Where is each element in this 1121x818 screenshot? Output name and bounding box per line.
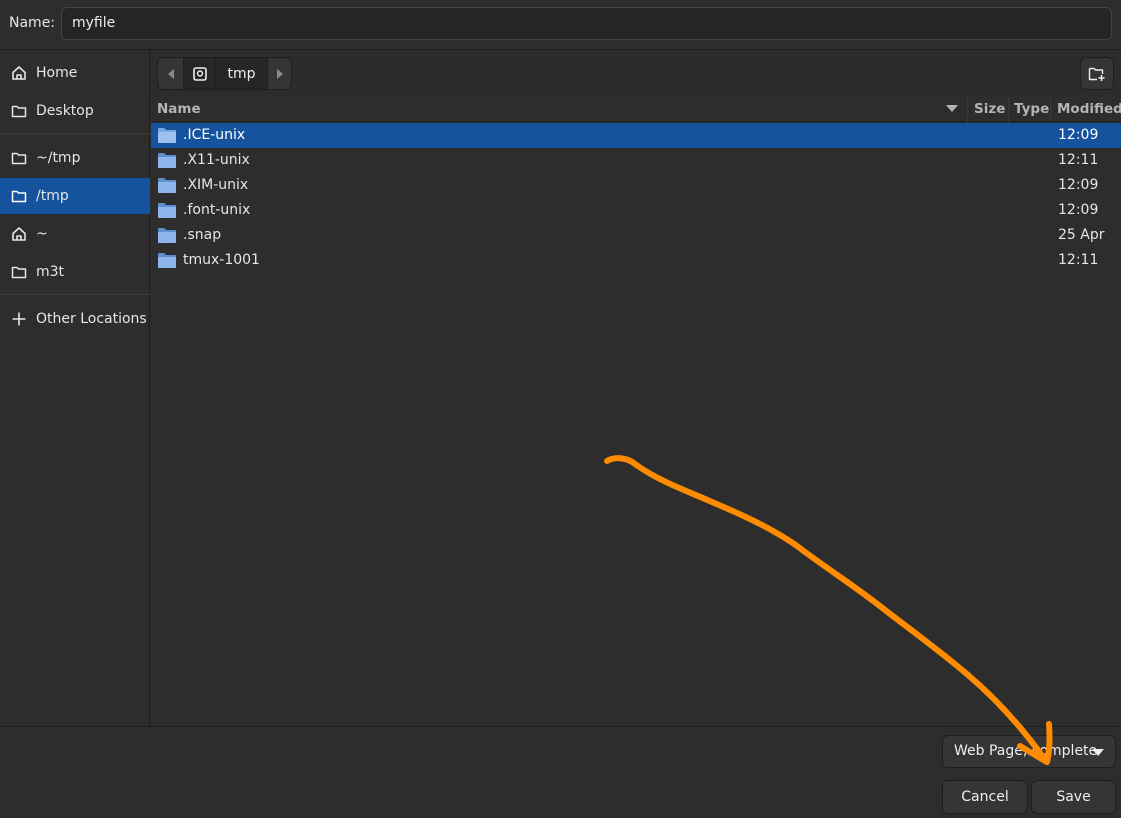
file-row[interactable]: .ICE-unix 12:09 bbox=[151, 123, 1121, 148]
folder-icon bbox=[158, 128, 176, 143]
sidebar-item-tilde[interactable]: ~ bbox=[0, 216, 150, 252]
column-header-type[interactable]: Type bbox=[1009, 97, 1051, 122]
sidebar-item-label: Home bbox=[36, 65, 78, 81]
path-back-button[interactable] bbox=[158, 58, 184, 89]
name-bar: Name: myfile bbox=[0, 0, 1121, 50]
path-forward-button[interactable] bbox=[268, 58, 291, 89]
dropdown-arrow-icon bbox=[1092, 749, 1104, 756]
cancel-button[interactable]: Cancel bbox=[942, 780, 1028, 814]
file-modified: 25 Apr bbox=[1058, 227, 1105, 243]
chevron-right-icon bbox=[277, 68, 283, 79]
file-modified: 12:09 bbox=[1058, 127, 1099, 143]
file-name: .font-unix bbox=[183, 202, 251, 218]
file-modified: 12:11 bbox=[1058, 252, 1099, 268]
column-name-label: Name bbox=[157, 101, 201, 117]
plus-icon bbox=[12, 312, 26, 326]
file-type-value: Web Page, complete bbox=[954, 743, 1098, 759]
save-button[interactable]: Save bbox=[1031, 780, 1116, 814]
home-icon bbox=[12, 227, 26, 241]
column-header-name[interactable]: Name bbox=[151, 97, 968, 122]
sidebar-separator bbox=[0, 133, 150, 134]
sort-descending-icon bbox=[946, 105, 958, 112]
places-sidebar: Home Desktop ~/tmp /tmp ~ m3t Other Loca… bbox=[0, 51, 150, 725]
file-name: .snap bbox=[183, 227, 222, 243]
disk-icon bbox=[192, 66, 207, 81]
sidebar-item-label: Desktop bbox=[36, 103, 94, 119]
sidebar-item-label: /tmp bbox=[36, 188, 69, 204]
file-name: .XIM-unix bbox=[183, 177, 249, 193]
sidebar-item-label: m3t bbox=[36, 264, 65, 280]
sidebar-item-tmp[interactable]: /tmp bbox=[0, 178, 150, 214]
sidebar-item-m3t[interactable]: m3t bbox=[0, 254, 150, 290]
sidebar-item-home[interactable]: Home bbox=[0, 55, 150, 91]
folder-icon bbox=[11, 190, 27, 203]
file-row[interactable]: .X11-unix 12:11 bbox=[151, 148, 1121, 173]
sidebar-item-other-locations[interactable]: Other Locations bbox=[0, 301, 150, 337]
file-modified: 12:09 bbox=[1058, 202, 1099, 218]
file-name: .X11-unix bbox=[183, 152, 250, 168]
folder-icon bbox=[11, 152, 27, 165]
file-type-dropdown[interactable]: Web Page, complete bbox=[942, 735, 1116, 768]
path-root-button[interactable] bbox=[184, 58, 216, 89]
file-modified: 12:11 bbox=[1058, 152, 1099, 168]
sidebar-item-home-tmp[interactable]: ~/tmp bbox=[0, 140, 150, 176]
file-modified: 12:09 bbox=[1058, 177, 1099, 193]
column-header-modified[interactable]: Modified bbox=[1051, 97, 1121, 122]
new-folder-icon bbox=[1088, 67, 1105, 81]
file-name: .ICE-unix bbox=[183, 127, 246, 143]
path-segment-tmp[interactable]: tmp bbox=[216, 58, 268, 89]
file-row[interactable]: .XIM-unix 12:09 bbox=[151, 173, 1121, 198]
folder-icon bbox=[158, 203, 176, 218]
folder-icon bbox=[11, 105, 27, 118]
folder-icon bbox=[11, 266, 27, 279]
filename-input[interactable]: myfile bbox=[61, 7, 1112, 40]
file-list-header: Name Size Type Modified bbox=[151, 97, 1121, 122]
path-button-group: tmp bbox=[157, 57, 292, 90]
folder-icon bbox=[158, 153, 176, 168]
file-row[interactable]: tmux-1001 12:11 bbox=[151, 248, 1121, 273]
action-area: Web Page, complete Cancel Save bbox=[0, 726, 1121, 818]
column-header-size[interactable]: Size bbox=[968, 97, 1009, 122]
chevron-left-icon bbox=[167, 68, 174, 79]
file-row[interactable]: .font-unix 12:09 bbox=[151, 198, 1121, 223]
file-row[interactable]: .snap 25 Apr bbox=[151, 223, 1121, 248]
sidebar-item-label: ~/tmp bbox=[36, 150, 81, 166]
sidebar-item-label: ~ bbox=[36, 226, 48, 242]
home-icon bbox=[12, 66, 26, 80]
file-name: tmux-1001 bbox=[183, 252, 260, 268]
file-list: Name Size Type Modified .ICE-unix 12:09 … bbox=[151, 97, 1121, 725]
sidebar-separator bbox=[0, 294, 150, 295]
sidebar-item-label: Other Locations bbox=[36, 311, 147, 327]
folder-icon bbox=[158, 178, 176, 193]
new-folder-button[interactable] bbox=[1080, 57, 1114, 90]
name-label: Name: bbox=[9, 15, 56, 31]
folder-icon bbox=[158, 228, 176, 243]
sidebar-item-desktop[interactable]: Desktop bbox=[0, 93, 150, 129]
folder-icon bbox=[158, 253, 176, 268]
